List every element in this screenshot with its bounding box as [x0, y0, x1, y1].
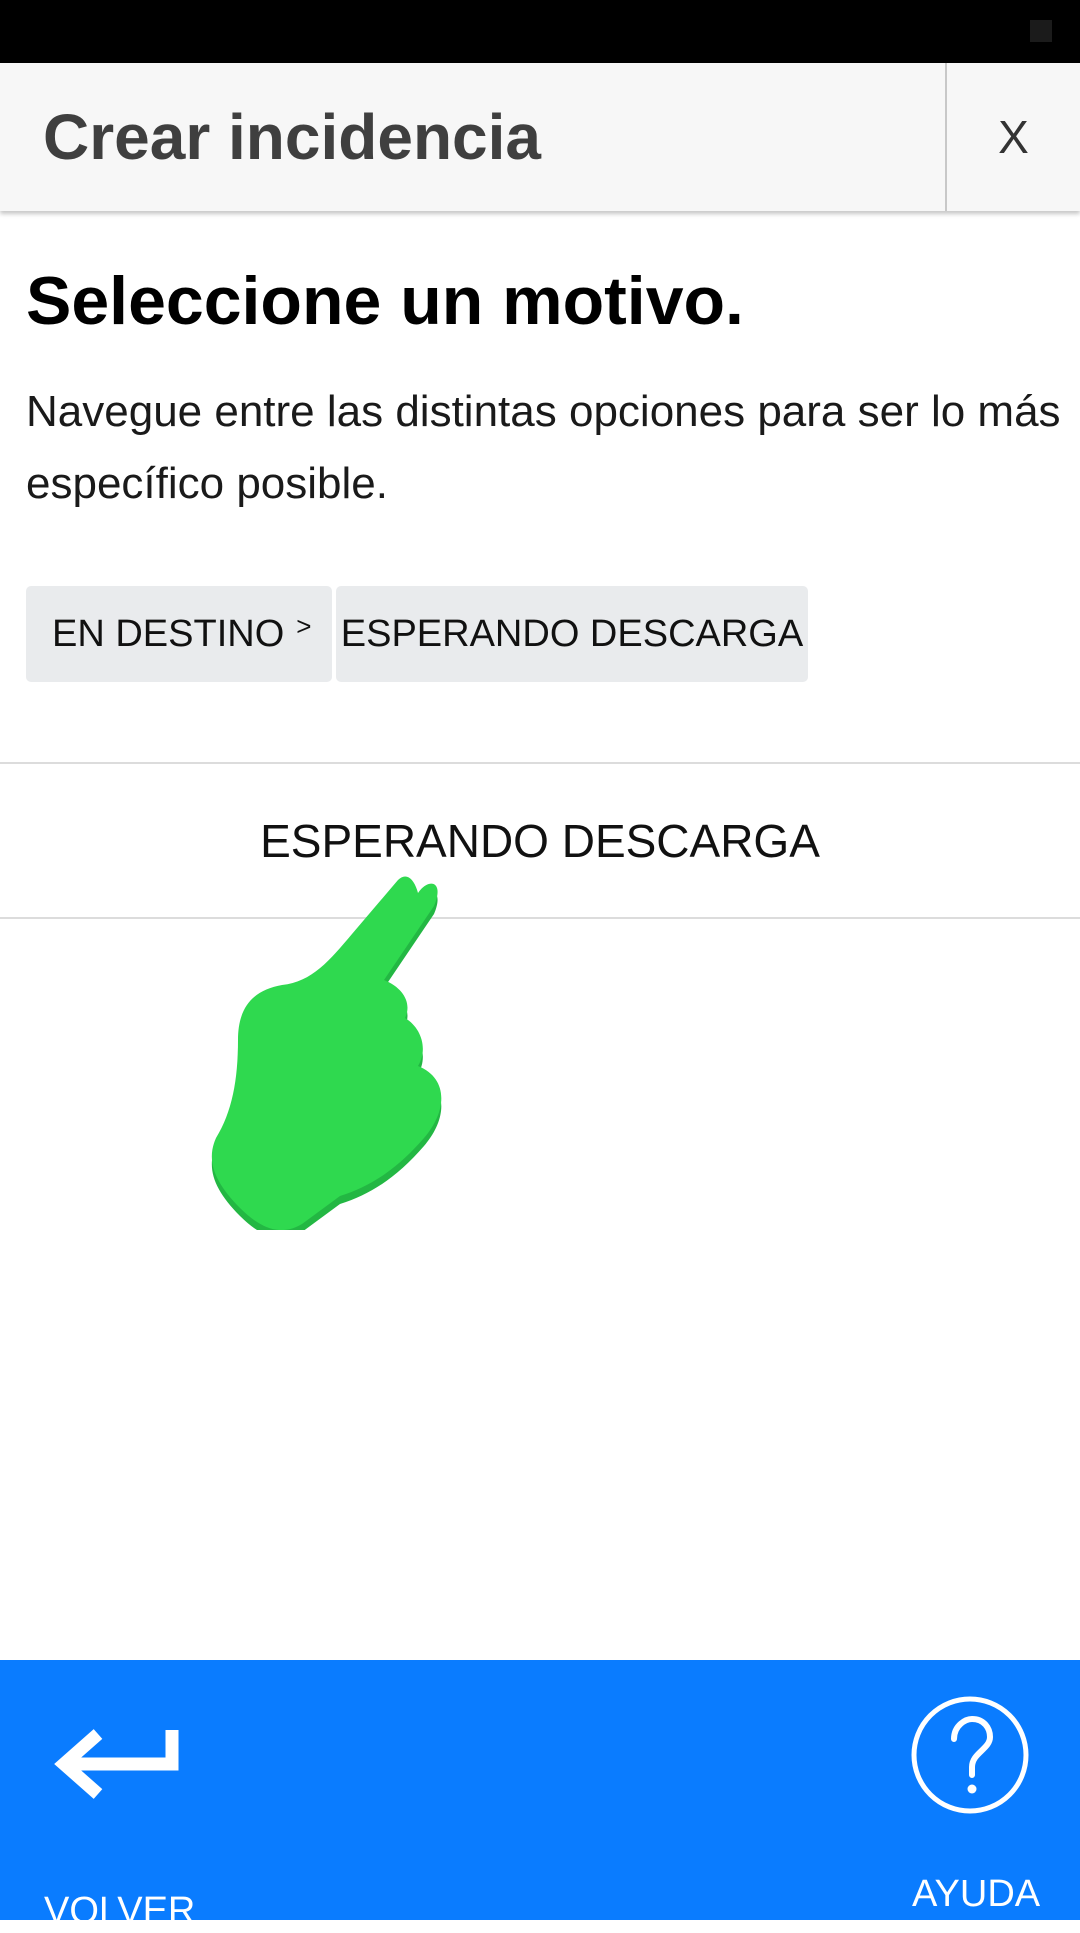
breadcrumb-en-destino[interactable]: EN DESTINO > — [26, 586, 332, 682]
chevron-right-icon: > — [296, 610, 312, 641]
page-title: Crear incidencia — [43, 101, 541, 173]
help-button[interactable]: AYUDA — [900, 1695, 1060, 1915]
bottom-nav-bar: VOLVER AYUDA — [0, 1660, 1080, 1932]
section-heading: Seleccione un motivo. — [26, 263, 744, 339]
breadcrumb-label: EN DESTINO — [52, 612, 285, 655]
back-button[interactable]: VOLVER — [30, 1720, 200, 1932]
breadcrumb-label: ESPERANDO DESCARGA — [340, 612, 804, 655]
divider — [0, 917, 1080, 919]
hand-pointer-icon — [211, 876, 442, 1230]
option-label: ESPERANDO DESCARGA — [260, 814, 820, 867]
section-subtitle: Navegue entre las distintas opciones par… — [26, 387, 1061, 508]
breadcrumb-esperando-descarga[interactable]: ESPERANDO DESCARGA — [336, 586, 808, 682]
option-esperando-descarga[interactable]: ESPERANDO DESCARGA — [0, 764, 1080, 917]
help-label: AYUDA — [912, 1873, 1041, 1915]
app-header: Crear incidencia X — [0, 63, 1080, 211]
return-arrow-icon — [54, 1729, 179, 1799]
question-circle-icon — [911, 1696, 1029, 1814]
status-indicator-icon — [1030, 20, 1052, 42]
back-label: VOLVER — [44, 1890, 196, 1932]
close-button[interactable]: X — [947, 63, 1080, 211]
status-bar — [0, 0, 1080, 63]
